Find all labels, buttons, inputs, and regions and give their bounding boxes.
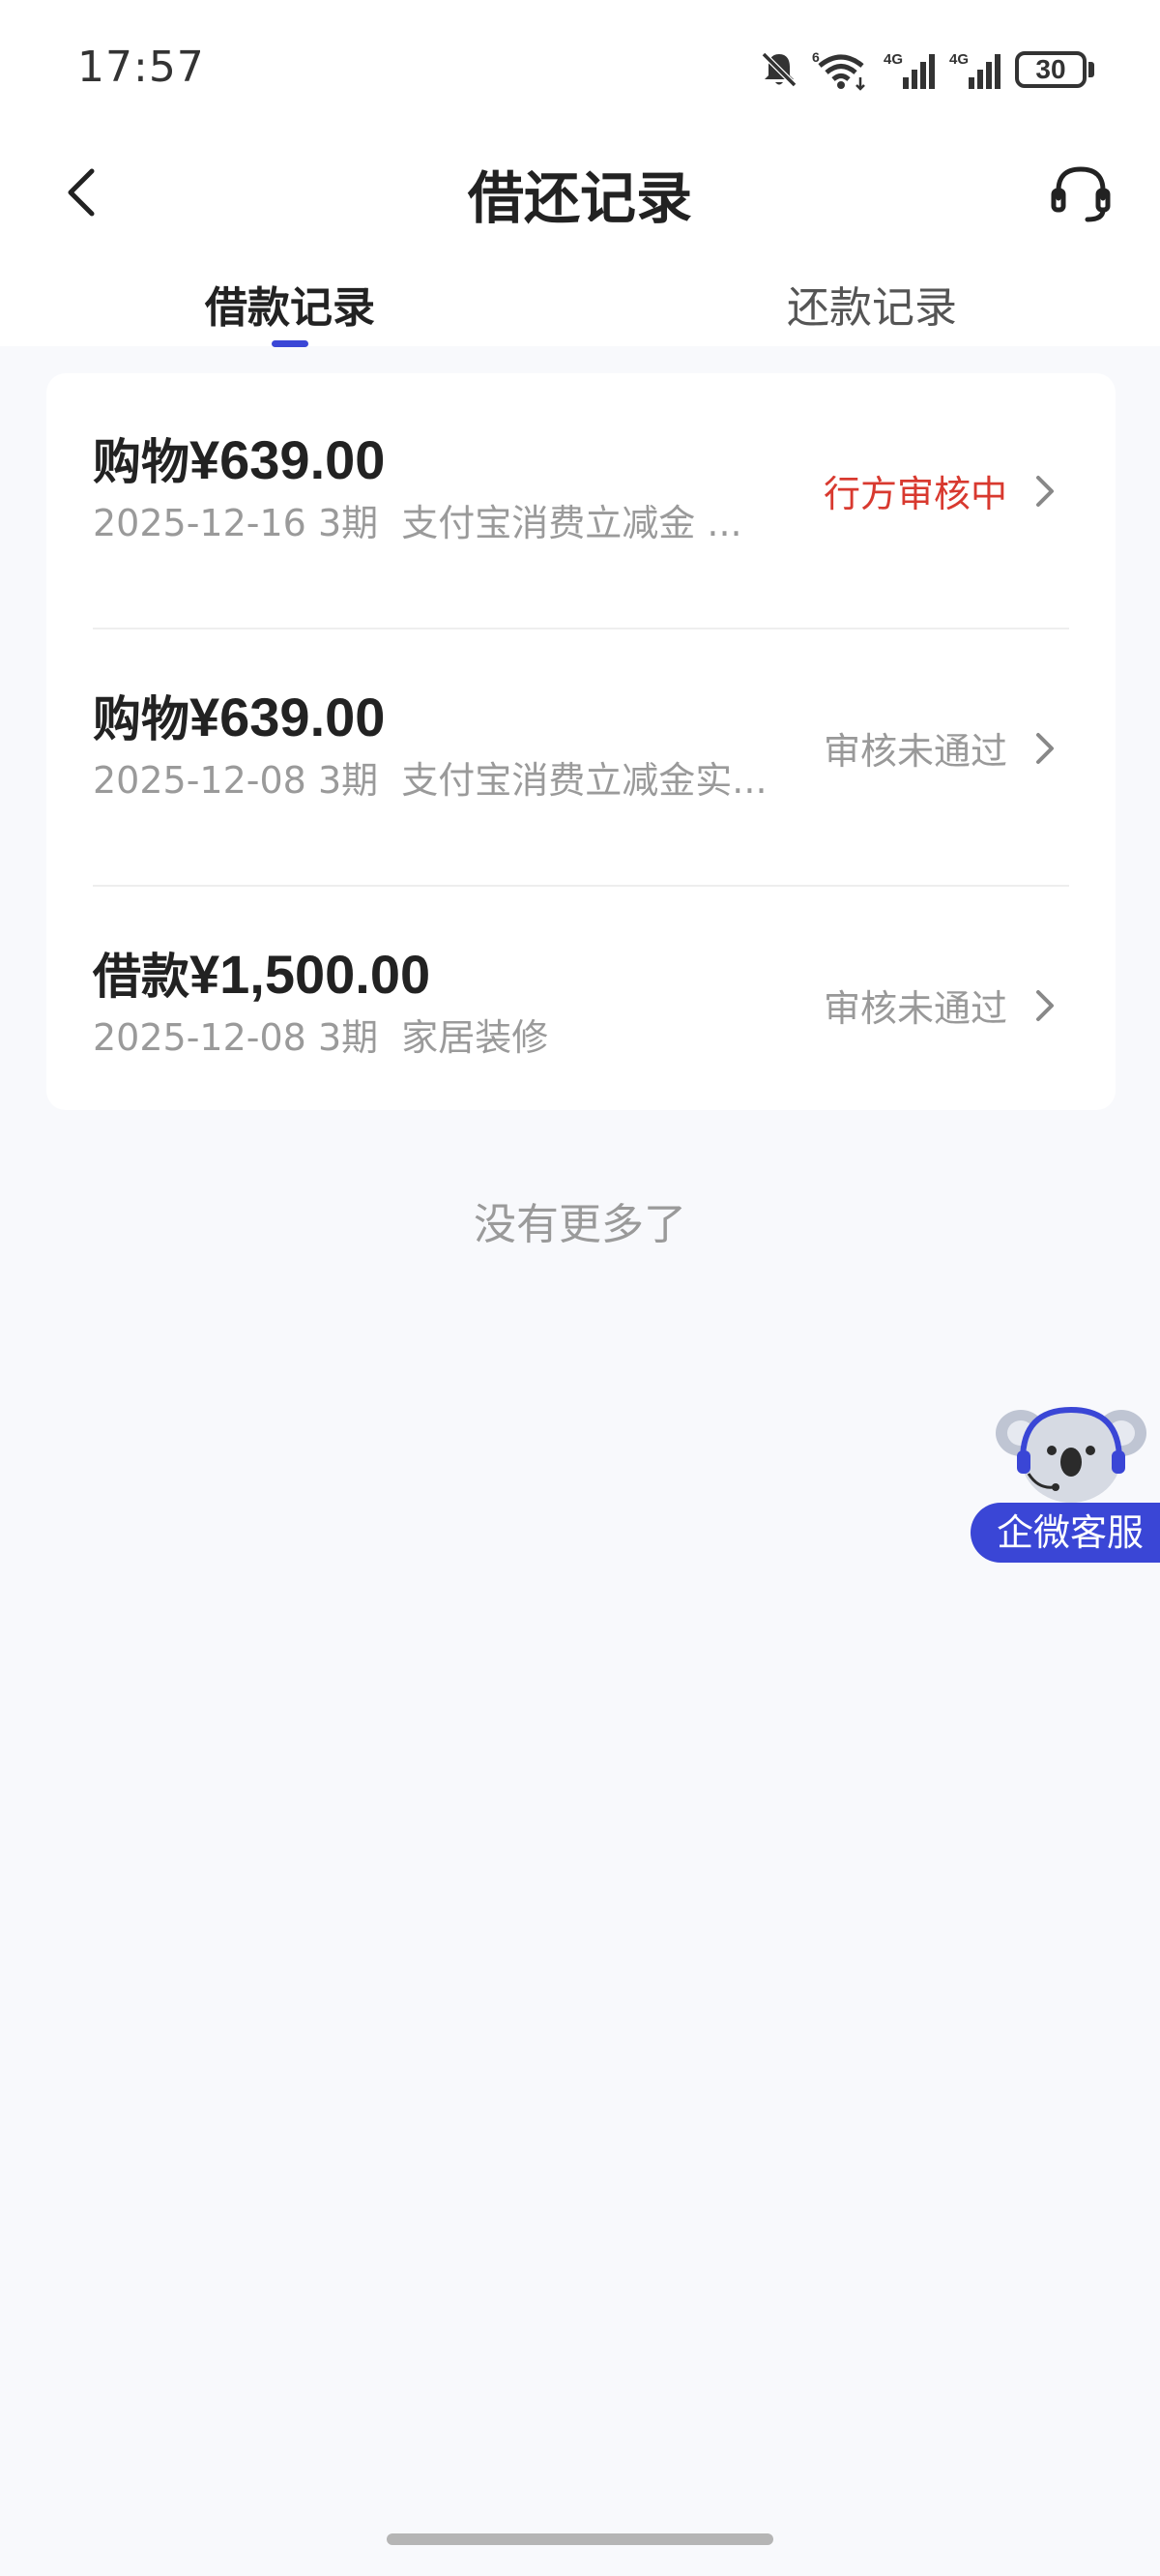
record-subtitle: 2025-12-16 3期 支付宝消费立减金 ... [93, 493, 742, 546]
headset-icon [1051, 166, 1111, 222]
record-purpose: 支付宝消费立减金 ... [401, 502, 742, 544]
signal-4g-icon: 4G [949, 48, 1003, 91]
status-time: 17:57 [77, 43, 205, 92]
record-type: 购物 [93, 434, 189, 490]
record-purpose: 家居装修 [401, 1016, 549, 1059]
battery-icon: 30 [1015, 51, 1094, 88]
record-amount: ¥639.00 [189, 429, 386, 490]
home-indicator[interactable] [387, 2533, 773, 2545]
record-status: 行方审核中 [823, 473, 1007, 515]
floating-service-button[interactable]: 企微客服 [971, 1400, 1160, 1565]
record-row[interactable]: 借款¥1,500.00 2025-12-08 3期 家居装修 审核未通过 [46, 888, 1116, 1144]
svg-text:6: 6 [812, 49, 820, 65]
record-subtitle: 2025-12-08 3期 家居装修 [93, 1008, 548, 1061]
row-divider [93, 628, 1069, 629]
record-periods: 3期 [317, 759, 379, 802]
record-subtitle: 2025-12-08 3期 支付宝消费立减金实... [93, 750, 768, 804]
svg-text:4G: 4G [884, 51, 903, 68]
customer-service-button[interactable] [1042, 155, 1119, 232]
record-purpose: 支付宝消费立减金实... [401, 759, 768, 802]
signal-4g-icon: 4G [884, 48, 938, 91]
chevron-right-icon [1036, 476, 1054, 507]
chevron-right-icon [1036, 990, 1054, 1021]
tab-repay-records[interactable]: 还款记录 [679, 273, 1065, 335]
record-title: 购物¥639.00 [93, 681, 385, 750]
record-date: 2025-12-08 [93, 759, 306, 802]
wifi-icon: 6 [812, 48, 872, 91]
active-tab-indicator [272, 340, 308, 347]
status-icons: 6 4G 4G 30 [758, 43, 1094, 97]
floating-service-label[interactable]: 企微客服 [971, 1503, 1160, 1563]
battery-level: 30 [1015, 51, 1087, 88]
record-periods: 3期 [317, 502, 379, 544]
record-type: 购物 [93, 691, 189, 747]
record-title: 借款¥1,500.00 [93, 938, 430, 1008]
tab-borrow-records[interactable]: 借款记录 [97, 273, 483, 335]
record-date: 2025-12-16 [93, 502, 306, 544]
row-divider [93, 885, 1069, 887]
bell-off-icon [758, 48, 800, 91]
chevron-right-icon [1036, 733, 1054, 764]
koala-headset-icon [996, 1406, 1146, 1503]
page-title: 借还记录 [467, 165, 692, 231]
record-status: 审核未通过 [823, 987, 1007, 1030]
record-amount: ¥1,500.00 [189, 944, 431, 1005]
record-status: 审核未通过 [823, 730, 1007, 773]
svg-text:4G: 4G [949, 51, 969, 68]
record-row[interactable]: 购物¥639.00 2025-12-08 3期 支付宝消费立减金实... 审核未… [46, 630, 1116, 887]
record-title: 购物¥639.00 [93, 424, 385, 493]
record-date: 2025-12-08 [93, 1016, 306, 1059]
records-card: 购物¥639.00 2025-12-16 3期 支付宝消费立减金 ... 行方审… [46, 373, 1116, 1110]
no-more-text: 没有更多了 [474, 1200, 686, 1249]
record-type: 借款 [93, 949, 189, 1005]
record-amount: ¥639.00 [189, 687, 386, 747]
record-row[interactable]: 购物¥639.00 2025-12-16 3期 支付宝消费立减金 ... 行方审… [46, 373, 1116, 629]
record-periods: 3期 [317, 1016, 379, 1059]
